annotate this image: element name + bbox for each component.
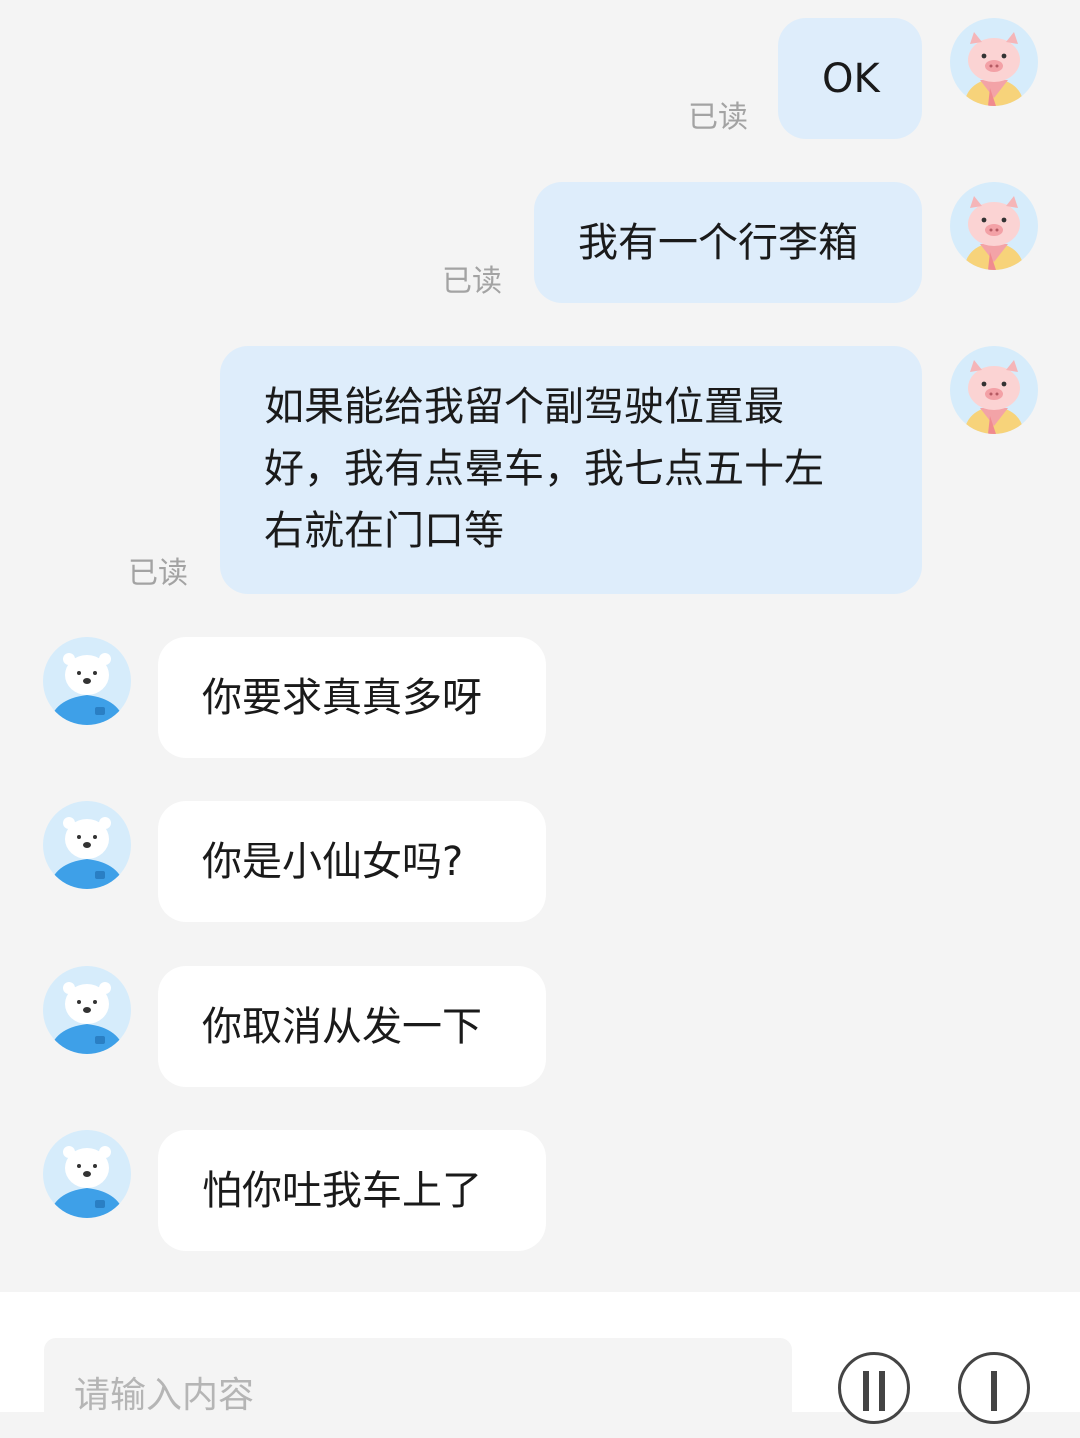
outgoing-message-bubble[interactable]: 如果能给我留个副驾驶位置最 好，我有点晕车，我七点五十左 右就在门口等: [220, 346, 922, 594]
bear-avatar-icon[interactable]: [43, 966, 131, 1054]
incoming-message-bubble[interactable]: 怕你吐我车上了: [158, 1130, 546, 1251]
message-input[interactable]: 请输入内容: [44, 1338, 792, 1438]
message-text: 怕你吐我车上了: [202, 1168, 482, 1214]
message-text-line: 好，我有点晕车，我七点五十左: [264, 446, 824, 492]
incoming-message-bubble[interactable]: 你取消从发一下: [158, 966, 546, 1087]
more-icon[interactable]: [958, 1352, 1030, 1424]
read-status: 已读: [442, 264, 502, 299]
message-text-line: 如果能给我留个副驾驶位置最: [264, 384, 784, 430]
message-text: 我有一个行李箱: [578, 220, 858, 266]
read-status: 已读: [128, 556, 188, 591]
message-text: 你取消从发一下: [202, 1004, 482, 1050]
pig-avatar-icon[interactable]: [950, 182, 1038, 270]
voice-icon[interactable]: [838, 1352, 910, 1424]
incoming-message-bubble[interactable]: 你是小仙女吗?: [158, 801, 546, 922]
bear-avatar-icon[interactable]: [43, 637, 131, 725]
read-status: 已读: [688, 100, 748, 135]
message-text: 你是小仙女吗?: [202, 839, 464, 885]
bear-avatar-icon[interactable]: [43, 1130, 131, 1218]
message-text: OK: [822, 56, 880, 102]
bear-avatar-icon[interactable]: [43, 801, 131, 889]
pig-avatar-icon[interactable]: [950, 346, 1038, 434]
pig-avatar-icon[interactable]: [950, 18, 1038, 106]
composer-bar: 请输入内容: [0, 1292, 1080, 1438]
incoming-message-bubble[interactable]: 你要求真真多呀: [158, 637, 546, 758]
message-text: 你要求真真多呀: [202, 675, 482, 721]
outgoing-message-bubble[interactable]: 我有一个行李箱: [534, 182, 922, 303]
input-placeholder: 请输入内容: [74, 1375, 255, 1416]
chat-area[interactable]: 已读 OK 已读 我有一个行李箱 已读 如果能给我留个副驾驶位置最 好，我有点晕…: [0, 0, 1080, 1292]
message-text-line: 右就在门口等: [264, 508, 504, 554]
outgoing-message-bubble[interactable]: OK: [778, 18, 922, 139]
